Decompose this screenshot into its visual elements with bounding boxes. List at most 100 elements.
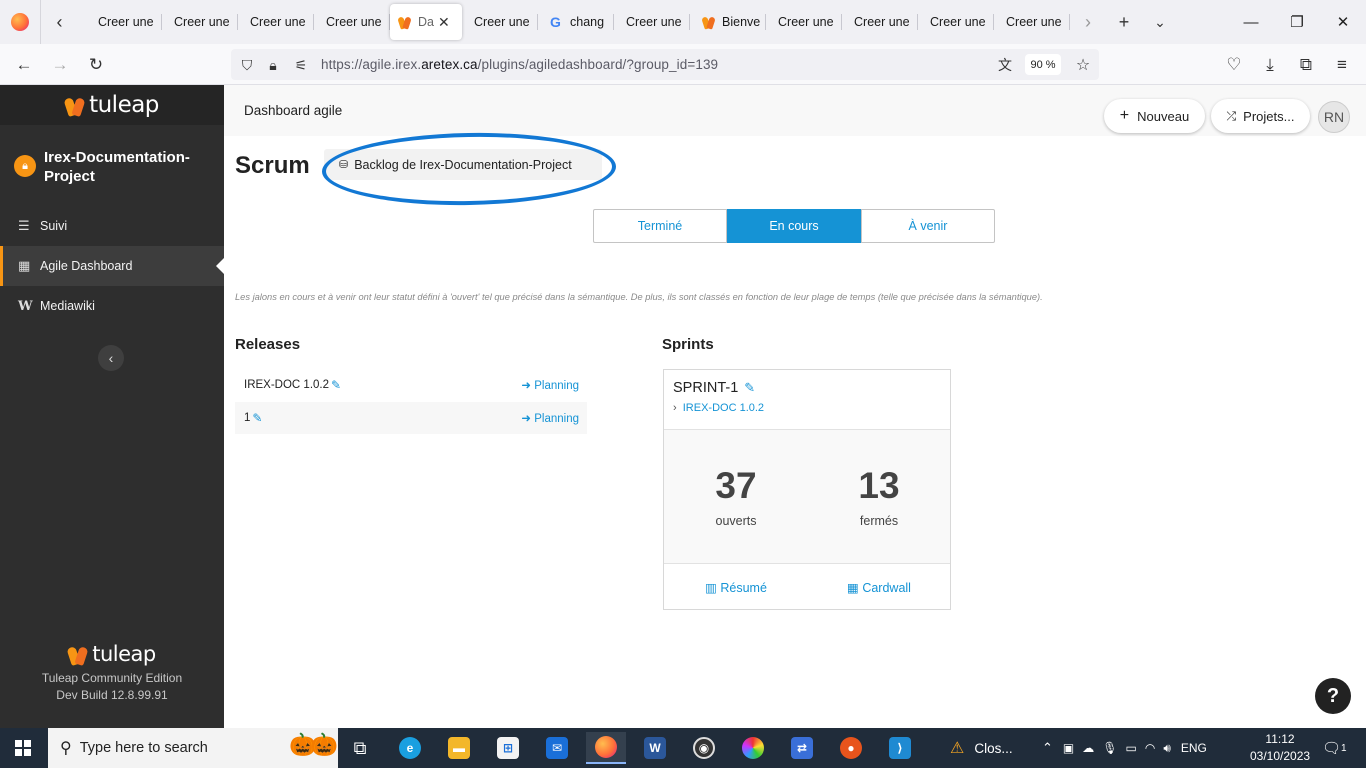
sidebar-item-agile-dashboard[interactable]: ▦ Agile Dashboard bbox=[0, 246, 224, 286]
tab-scroll-right-icon[interactable]: › bbox=[1070, 0, 1106, 44]
browser-tab[interactable]: Bienve bbox=[690, 4, 766, 40]
sidebar-header: tuleap bbox=[0, 85, 224, 125]
extensions-icon[interactable]: ⧉ bbox=[1293, 52, 1319, 78]
sprint-parent[interactable]: › IREX-DOC 1.0.2 bbox=[673, 402, 950, 414]
windows-grid-icon: ▦ bbox=[847, 581, 859, 595]
breadcrumb[interactable]: Dashboard agile bbox=[244, 103, 342, 118]
tab-list: Creer une Creer une Creer une Creer une … bbox=[86, 0, 1070, 44]
obs-icon[interactable]: ◉ bbox=[684, 732, 724, 764]
cardwall-link[interactable]: ▦ Cardwall bbox=[807, 580, 951, 595]
file-explorer-icon[interactable]: ▬ bbox=[439, 732, 479, 764]
sidebar: tuleap 🔒︎ Irex-Documentation-Project ☰ S… bbox=[0, 85, 224, 728]
browser-tab[interactable]: Creer une bbox=[994, 4, 1070, 40]
pocket-icon[interactable]: ♡ bbox=[1221, 52, 1247, 78]
windows-start-icon[interactable] bbox=[0, 728, 46, 768]
tab-termine[interactable]: Terminé bbox=[593, 209, 727, 243]
sign-in-icon: ➜ bbox=[521, 413, 532, 425]
translate-icon[interactable]: 文 bbox=[995, 55, 1015, 75]
chevron-up-icon[interactable]: ⌃ bbox=[1042, 740, 1053, 756]
open-stat: 37 ouverts bbox=[664, 466, 808, 529]
browser-tab[interactable]: Creer une bbox=[842, 4, 918, 40]
menu-icon[interactable]: ≡ bbox=[1329, 52, 1355, 78]
bookmark-star-icon[interactable]: ☆ bbox=[1073, 55, 1093, 75]
battery-icon[interactable]: ▭ bbox=[1125, 741, 1136, 755]
microphone-icon[interactable]: 🎙︎ bbox=[1102, 741, 1117, 755]
browser-tab[interactable]: Creer une bbox=[162, 4, 238, 40]
tab-en-cours[interactable]: En cours bbox=[727, 209, 861, 243]
mail-icon[interactable]: ✉ bbox=[537, 732, 577, 764]
close-window-icon[interactable]: ✕ bbox=[1320, 0, 1366, 44]
browser-tab[interactable]: Creer une bbox=[238, 4, 314, 40]
backlog-button[interactable]: ⛁ Backlog de Irex-Documentation-Project bbox=[324, 149, 602, 180]
store-icon[interactable]: ⊞ bbox=[488, 732, 528, 764]
url-bar[interactable]: ⛉ 🔒︎ ⚟ https://agile.irex.aretex.ca/plug… bbox=[231, 49, 1099, 80]
minimize-icon[interactable]: — bbox=[1228, 0, 1274, 44]
volume-icon[interactable]: 🔊︎ bbox=[1163, 741, 1171, 756]
browser-tab[interactable]: Creer une bbox=[462, 4, 538, 40]
forward-icon[interactable]: → bbox=[47, 52, 73, 78]
shield-icon[interactable]: ⛉ bbox=[237, 55, 257, 75]
taskbar-search[interactable]: ⚲ Type here to search 🎃🎃 bbox=[48, 728, 338, 768]
releases-heading: Releases bbox=[235, 336, 301, 353]
back-icon[interactable]: ← bbox=[11, 52, 37, 78]
app-icon[interactable]: ⇄ bbox=[782, 732, 822, 764]
app-icon[interactable]: ● bbox=[831, 732, 871, 764]
new-tab-icon[interactable]: + bbox=[1106, 0, 1142, 44]
tab-a-venir[interactable]: À venir bbox=[861, 209, 995, 243]
project-name[interactable]: Irex-Documentation-Project bbox=[44, 148, 214, 186]
lock-icon[interactable]: 🔒︎ bbox=[263, 55, 283, 75]
reload-icon[interactable]: ↻ bbox=[83, 52, 109, 78]
task-view-icon[interactable]: ⧉ bbox=[340, 732, 380, 764]
tab-label: Creer une bbox=[474, 15, 530, 29]
notifications-icon[interactable]: 🗨︎ 1 bbox=[1322, 728, 1347, 768]
vscode-icon[interactable]: ⟩ bbox=[880, 732, 920, 764]
browser-tab[interactable]: Creer une bbox=[918, 4, 994, 40]
taskbar-clock[interactable]: 11:12 03/10/2023 bbox=[1250, 731, 1310, 765]
restore-icon[interactable]: ❐ bbox=[1274, 0, 1320, 44]
help-button[interactable]: ? bbox=[1315, 678, 1351, 714]
firefox-taskbar-icon[interactable] bbox=[586, 732, 626, 764]
browser-tab[interactable]: Creer une bbox=[614, 4, 690, 40]
sprint-title: SPRINT-1 ✎ bbox=[673, 380, 950, 396]
new-button[interactable]: + Nouveau bbox=[1104, 99, 1205, 133]
edit-icon[interactable]: ✎ bbox=[331, 378, 341, 392]
browser-tab-active[interactable]: Da ✕ bbox=[390, 4, 462, 40]
project-header[interactable]: 🔒︎ Irex-Documentation-Project bbox=[14, 148, 214, 186]
browser-tab[interactable]: Creer une bbox=[314, 4, 390, 40]
permissions-icon[interactable]: ⚟ bbox=[291, 55, 311, 75]
paint-icon[interactable] bbox=[733, 732, 773, 764]
edit-icon[interactable]: ✎ bbox=[252, 411, 262, 425]
url-text[interactable]: https://agile.irex.aretex.ca/plugins/agi… bbox=[321, 57, 718, 72]
firefox-icon[interactable] bbox=[0, 0, 40, 44]
sidebar-item-suivi[interactable]: ☰ Suivi bbox=[0, 206, 224, 246]
projects-button[interactable]: ⤮ Projets... bbox=[1211, 99, 1310, 133]
tab-list-back-icon[interactable]: ‹ bbox=[40, 0, 78, 44]
edit-icon[interactable]: ✎ bbox=[744, 380, 755, 395]
browser-tab[interactable]: G chang bbox=[538, 4, 614, 40]
wifi-icon[interactable]: ◠ bbox=[1145, 741, 1155, 755]
tab-label: Da bbox=[418, 15, 434, 29]
planning-link[interactable]: ➜ Planning bbox=[521, 378, 579, 392]
browser-tab[interactable]: Creer une bbox=[766, 4, 842, 40]
tuleap-logo[interactable]: tuleap bbox=[63, 92, 159, 118]
edge-icon[interactable]: e bbox=[390, 732, 430, 764]
list-all-tabs-icon[interactable]: ⌄ bbox=[1142, 0, 1178, 44]
planning-link[interactable]: ➜ Planning bbox=[521, 411, 579, 425]
avatar[interactable]: RN bbox=[1318, 101, 1350, 133]
taskbar-app[interactable]: ⚠ Clos... bbox=[950, 728, 1013, 768]
meet-now-icon[interactable]: ▣ bbox=[1063, 741, 1074, 755]
sprint-name[interactable]: SPRINT-1 bbox=[673, 380, 738, 396]
browser-tab[interactable]: Creer une bbox=[86, 4, 162, 40]
clock-time: 11:12 bbox=[1265, 732, 1295, 746]
close-tab-icon[interactable]: ✕ bbox=[438, 14, 450, 31]
language-indicator[interactable]: ENG bbox=[1181, 741, 1207, 755]
summary-link[interactable]: ▥ Résumé bbox=[664, 580, 808, 595]
tab-label: Bienve bbox=[722, 15, 761, 29]
collapse-sidebar-icon[interactable]: ‹ bbox=[98, 345, 124, 371]
zoom-level[interactable]: 90 % bbox=[1025, 54, 1061, 75]
onedrive-icon[interactable]: ☁ bbox=[1082, 741, 1094, 755]
word-icon[interactable]: W bbox=[635, 732, 675, 764]
downloads-icon[interactable]: ⤓ bbox=[1257, 52, 1283, 78]
sidebar-item-mediawiki[interactable]: W Mediawiki bbox=[0, 286, 224, 326]
cardwall-link-label: Cardwall bbox=[862, 581, 911, 595]
